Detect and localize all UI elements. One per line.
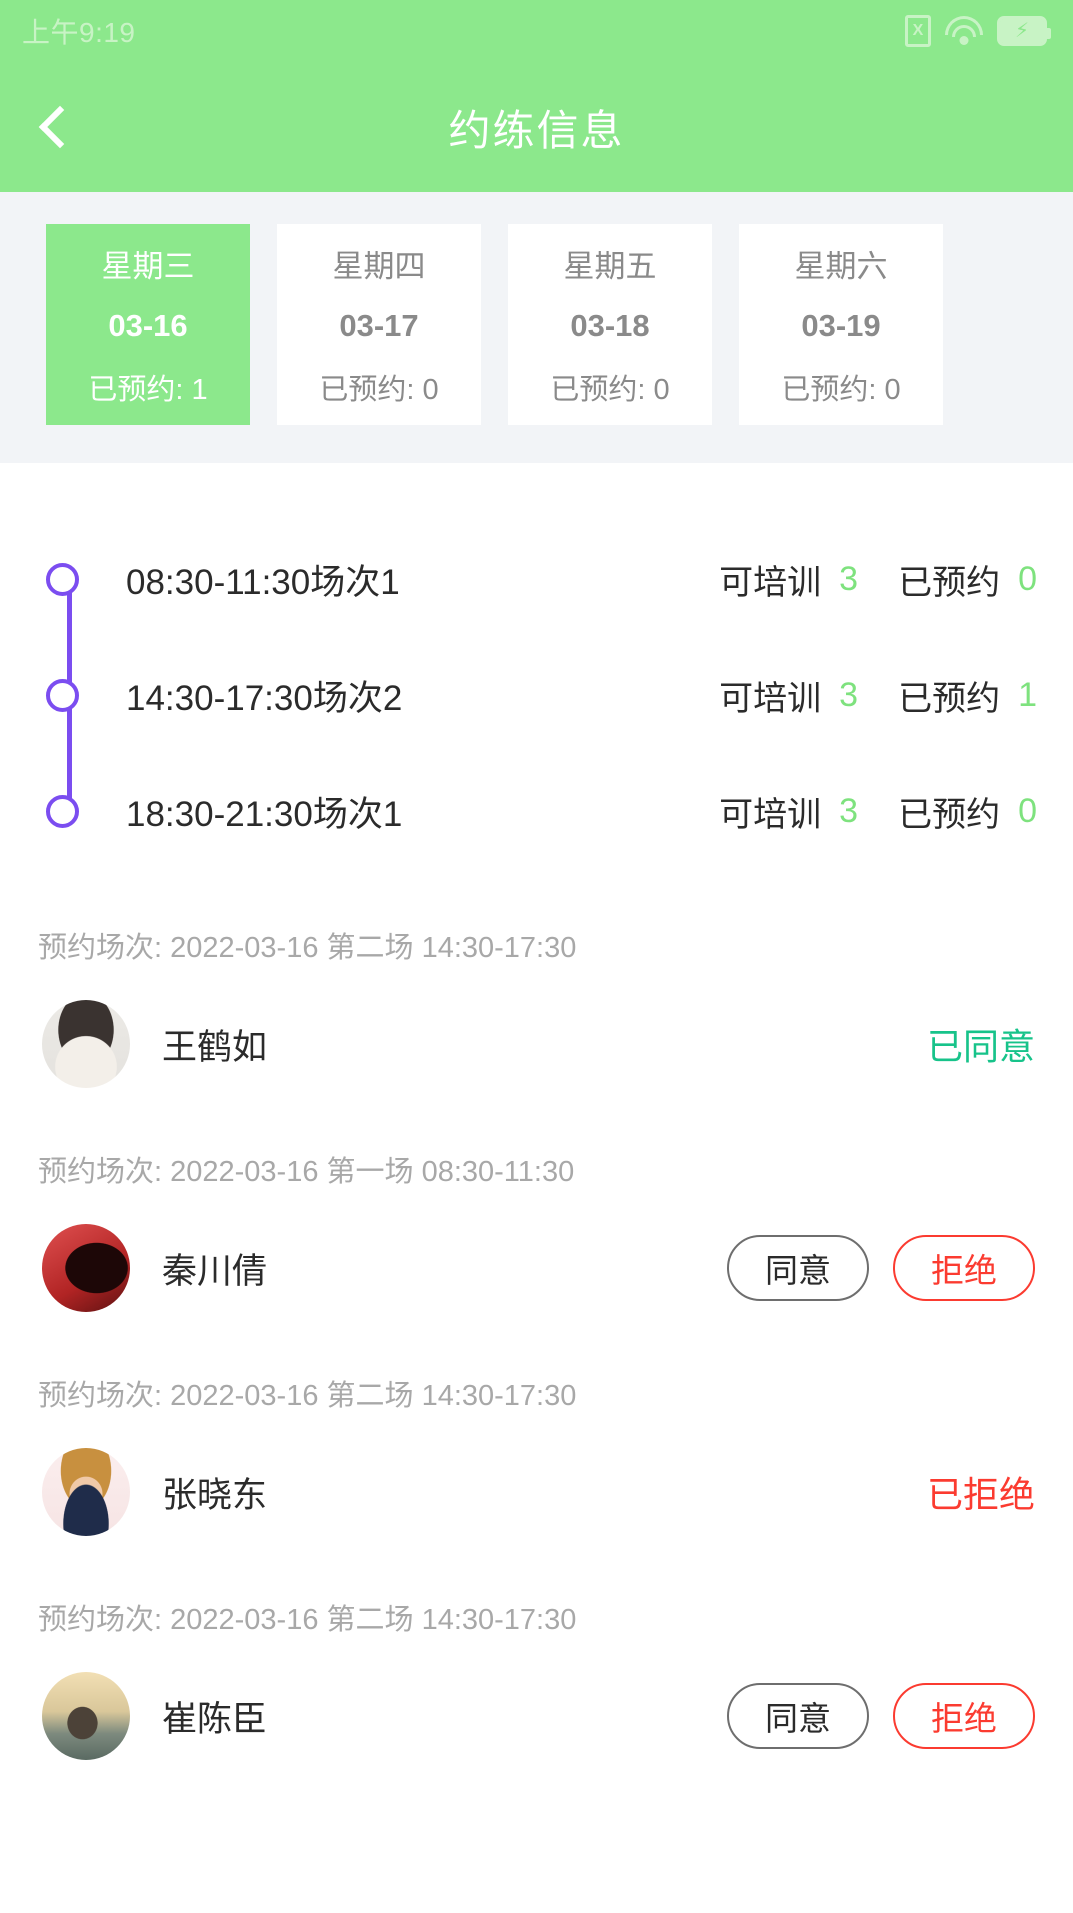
timeline-node-icon (46, 794, 79, 828)
booking-row: 秦川倩 同意 拒绝 (0, 1201, 1073, 1335)
day-date: 03-19 (801, 308, 881, 343)
day-tab-3[interactable]: 星期六 03-19 已预约: 0 (739, 224, 943, 425)
battery-charging-icon: ⚡ (997, 16, 1051, 46)
day-tab-0[interactable]: 星期三 03-16 已预约: 1 (46, 224, 250, 425)
status-bar: 上午9:19 X ⚡ (0, 0, 1073, 62)
day-booked-count: 已预约: 0 (781, 374, 901, 406)
accept-button[interactable]: 同意 (727, 1235, 869, 1301)
day-date: 03-18 (570, 308, 650, 343)
day-tab-2[interactable]: 星期五 03-18 已预约: 0 (508, 224, 712, 425)
session-row[interactable]: 08:30-11:30场次1 可培训 3 已预约 0 (0, 521, 1073, 637)
day-weekday: 星期四 (332, 249, 426, 284)
person-name: 张晓东 (162, 1475, 268, 1515)
booking-row: 王鹤如 已同意 (0, 977, 1073, 1111)
booking-actions: 同意 拒绝 (727, 1683, 1035, 1749)
session-meta: 可培训 3 已预约 0 (719, 555, 1073, 604)
booking-session-info: 预约场次: 2022-03-16 第一场 08:30-11:30 (38, 1156, 575, 1188)
booking-actions: 同意 拒绝 (727, 1235, 1035, 1301)
session-row[interactable]: 14:30-17:30场次2 可培训 3 已预约 1 (0, 637, 1073, 753)
booking-session-info: 预约场次: 2022-03-16 第二场 14:30-17:30 (38, 1380, 577, 1412)
status-badge: 已同意 (926, 1026, 1035, 1067)
person-name: 崔陈臣 (162, 1699, 268, 1739)
accept-button[interactable]: 同意 (727, 1683, 869, 1749)
session-row[interactable]: 18:30-21:30场次1 可培训 3 已预约 0 (0, 753, 1073, 869)
trainable-value: 3 (839, 791, 859, 830)
booked-label: 已预约 (898, 679, 1001, 718)
avatar[interactable] (42, 1000, 130, 1088)
avatar[interactable] (42, 1224, 130, 1312)
booking-session-info: 预约场次: 2022-03-16 第二场 14:30-17:30 (38, 1604, 577, 1636)
session-time: 18:30-21:30场次1 (126, 794, 403, 834)
day-date: 03-17 (339, 308, 419, 343)
booking-session-info: 预约场次: 2022-03-16 第二场 14:30-17:30 (38, 932, 577, 964)
trainable-value: 3 (839, 559, 859, 598)
booking-list: 预约场次: 2022-03-16 第二场 14:30-17:30 王鹤如 已同意… (0, 913, 1073, 1783)
trainable-label: 可培训 (719, 795, 822, 834)
avatar[interactable] (42, 1448, 130, 1536)
day-date: 03-16 (108, 308, 188, 343)
avatar[interactable] (42, 1672, 130, 1760)
back-button[interactable] (0, 62, 110, 192)
sim-icon-label: X (912, 22, 924, 39)
battery-bolt-icon: ⚡ (1000, 19, 1044, 43)
booked-label: 已预约 (898, 563, 1001, 602)
trainable-value: 3 (839, 675, 859, 714)
timeline-node-icon (46, 562, 79, 596)
session-time: 08:30-11:30场次1 (126, 562, 400, 602)
booked-value: 0 (1018, 559, 1037, 598)
person-name: 王鹤如 (162, 1027, 268, 1067)
booked-label: 已预约 (898, 795, 1001, 834)
day-booked-count: 已预约: 1 (88, 374, 208, 406)
day-weekday: 星期五 (563, 249, 657, 284)
booked-value: 1 (1018, 675, 1037, 714)
day-booked-count: 已预约: 0 (319, 374, 439, 406)
booked-value: 0 (1018, 791, 1037, 830)
day-weekday: 星期三 (101, 249, 195, 284)
trainable-label: 可培训 (719, 563, 822, 602)
day-tab-1[interactable]: 星期四 03-17 已预约: 0 (277, 224, 481, 425)
day-weekday: 星期六 (794, 249, 888, 284)
reject-button[interactable]: 拒绝 (893, 1235, 1035, 1301)
timeline-node-icon (46, 678, 79, 712)
chevron-left-icon (38, 105, 82, 149)
status-icons: X ⚡ (905, 15, 1051, 47)
sim-card-icon: X (905, 15, 931, 47)
reject-button[interactable]: 拒绝 (893, 1683, 1035, 1749)
booking-row: 张晓东 已拒绝 (0, 1425, 1073, 1559)
status-badge: 已拒绝 (926, 1474, 1035, 1515)
status-time: 上午9:19 (22, 17, 136, 48)
person-name: 秦川倩 (162, 1251, 268, 1291)
trainable-label: 可培训 (719, 679, 822, 718)
page-title: 约练信息 (448, 106, 625, 154)
wifi-icon (945, 16, 983, 46)
nav-bar: 约练信息 (0, 62, 1073, 192)
session-meta: 可培训 3 已预约 1 (719, 671, 1073, 720)
day-tab-strip[interactable]: 星期三 03-16 已预约: 1 星期四 03-17 已预约: 0 星期五 03… (0, 192, 1073, 457)
booking-row: 崔陈臣 同意 拒绝 (0, 1649, 1073, 1783)
session-meta: 可培训 3 已预约 0 (719, 787, 1073, 836)
day-booked-count: 已预约: 0 (550, 374, 670, 406)
session-time: 14:30-17:30场次2 (126, 678, 403, 718)
session-timeline: 08:30-11:30场次1 可培训 3 已预约 0 14:30-17:30场次… (0, 463, 1073, 913)
